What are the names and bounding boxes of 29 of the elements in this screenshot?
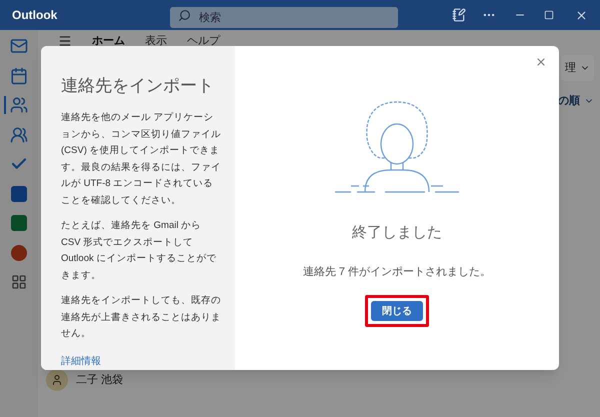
note-icon[interactable] [452,8,466,22]
close-icon[interactable] [535,56,547,68]
apps-icon[interactable] [11,274,27,290]
search-field[interactable]: 検索 [170,7,398,28]
ribbon-tab[interactable]: ヘルプ [187,32,220,50]
description-text: 連絡先をインポートしても、既存の連絡先が上書きされることはありません。 [61,294,222,341]
calendar-icon[interactable] [10,66,28,84]
word-app-icon[interactable] [11,186,27,202]
menu-icon[interactable] [58,34,72,48]
excel-app-icon[interactable] [11,215,27,231]
status-title: 終了しました [352,223,442,243]
people-icon[interactable] [10,96,28,114]
maximize-icon[interactable] [544,10,554,20]
search-icon [178,8,191,22]
ribbon-button[interactable]: 理 [561,55,594,81]
contact-name: 二子 池袋 [76,372,124,388]
ribbon-tab[interactable]: 表示 [145,32,167,50]
ribbon-tab[interactable]: ホーム [92,32,125,50]
close-button[interactable]: 閉じる [371,301,423,321]
result-message: 連絡先 7 件がインポートされました。 [302,264,492,280]
description-text: 連絡先を他のメール アプリケーションから、コンマ区切り値ファイル (CSV) を使用してインポートできます。最良の結果を得るには、ファイルが UTF-8 エンコードされていることを確認してください。 [61,111,222,208]
mail-icon[interactable] [10,37,28,55]
window-title: Outlook [12,7,58,24]
dialog-title: 連絡先をインポート [61,75,215,97]
powerpoint-app-icon[interactable] [11,244,27,260]
groups-icon[interactable] [10,126,28,144]
avatar-icon [46,369,68,391]
description-text: たとえば、連絡先を Gmail から CSV 形式でエクスポートして Outlook にインポートすることができます。 [61,219,218,282]
close-icon[interactable] [575,8,588,22]
